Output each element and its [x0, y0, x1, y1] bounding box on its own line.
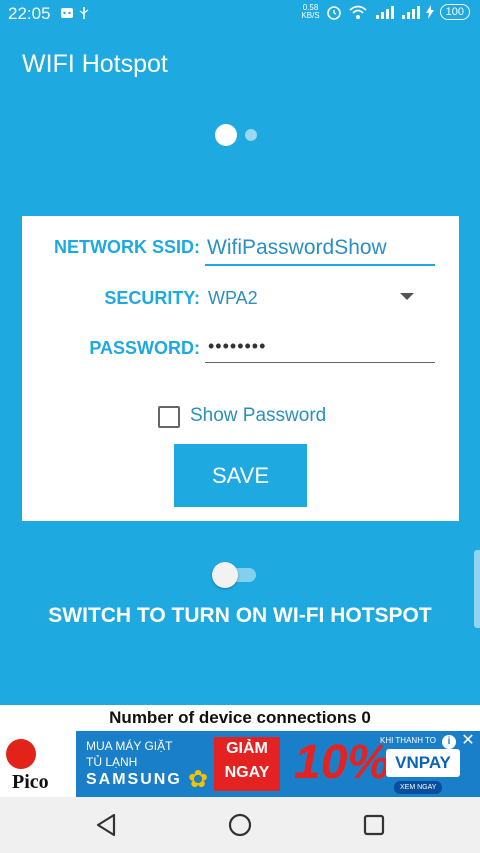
hotspot-switch-label: SWITCH TO TURN ON WI-FI HOTSPOT [48, 604, 432, 627]
signal-4g-icon [401, 6, 420, 19]
password-underline [205, 362, 435, 363]
status-bar: 22:05 0.58 KB/S 100 [0, 0, 480, 28]
app-screen: 22:05 0.58 KB/S 100 WIFI Hotspot NETWORK… [0, 0, 480, 705]
ad-discount-line-2: NGAY [224, 764, 270, 781]
alarm-icon [326, 6, 341, 20]
device-connections-count: Number of device connections 0 [109, 708, 371, 727]
show-password-checkbox[interactable] [158, 406, 180, 428]
network-speed: 0.58 KB/S [301, 4, 319, 20]
ssid-label: NETWORK SSID: [54, 237, 200, 257]
show-password-label[interactable]: Show Password [190, 405, 326, 427]
page-dot-active[interactable] [215, 124, 237, 146]
password-label: PASSWORD: [89, 338, 200, 358]
ad-discount-line-1: GIẢM [226, 740, 268, 757]
android-usb-icon [61, 7, 89, 19]
advertiser-logo: Pico [0, 731, 76, 797]
ad-info-icon[interactable]: i [442, 735, 456, 749]
dropdown-arrow-icon[interactable] [400, 293, 414, 300]
ad-banner[interactable]: Pico MUA MÁY GIẶT TỦ LẠNH SAMSUNG ✿ GIẢM… [0, 731, 480, 797]
scroll-handle[interactable] [474, 550, 480, 628]
hotspot-toggle[interactable] [212, 562, 256, 588]
save-button[interactable]: SAVE [174, 444, 307, 507]
charging-icon [425, 5, 434, 19]
notification-icons [60, 5, 96, 24]
ad-cta-button[interactable]: XEM NGAY [394, 781, 443, 794]
recents-icon[interactable] [360, 811, 388, 839]
ad-payment-brand-text: VNPAY [395, 753, 451, 772]
back-icon[interactable] [92, 811, 120, 839]
ad-line-1: MUA MÁY GIẶT [86, 739, 173, 753]
app-title: WIFI Hotspot [22, 50, 168, 78]
advertiser-name: Pico [12, 771, 49, 793]
ssid-underline [205, 264, 435, 266]
hotspot-settings-card: NETWORK SSID: WifiPasswordShow SECURITY:… [22, 216, 459, 521]
security-label: SECURITY: [104, 288, 200, 308]
system-nav-bar [0, 797, 480, 853]
ad-percent: 10% [294, 736, 391, 789]
speed-unit: KB/S [301, 11, 320, 20]
ad-payment-note: KHI THANH TO [380, 736, 437, 745]
ad-brand: SAMSUNG [86, 771, 182, 788]
ssid-input[interactable]: WifiPasswordShow [207, 236, 387, 260]
page-dot[interactable] [245, 129, 257, 141]
battery-indicator: 100 [439, 4, 470, 20]
pico-logo-mark [6, 739, 36, 769]
page-indicator [215, 124, 257, 146]
flower-icon: ✿ [188, 766, 209, 793]
ad-discount-badge: GIẢM NGAY [214, 737, 280, 791]
status-right: 0.58 KB/S 100 [301, 4, 470, 20]
status-time: 22:05 [8, 4, 51, 23]
ad-payment-brand: VNPAY [386, 749, 460, 777]
signal-icon [375, 6, 394, 19]
home-icon[interactable] [226, 811, 254, 839]
password-input[interactable]: •••••••• [208, 336, 266, 357]
ad-close-icon[interactable]: ✕ [460, 733, 476, 749]
toggle-thumb [212, 562, 238, 588]
security-select[interactable]: WPA2 [208, 288, 258, 309]
wifi-icon [349, 5, 367, 19]
ad-line-2: TỦ LẠNH [86, 755, 138, 769]
